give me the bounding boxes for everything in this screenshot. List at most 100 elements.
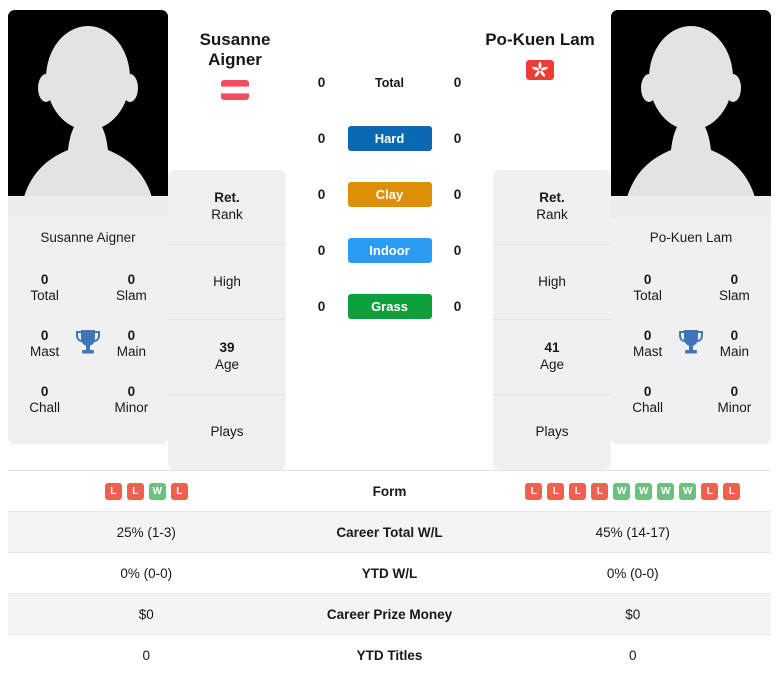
right-titles-slam: 0 Slam	[708, 272, 761, 305]
label: Chall	[29, 400, 60, 415]
right-value: 0	[453, 187, 462, 202]
table-row: LLWL Form LLLLWWWWLL	[8, 471, 771, 512]
right-titles-mast: 0 Mast	[621, 328, 674, 361]
surface-row-hard: 0 Hard 0	[286, 122, 493, 155]
label: High	[213, 273, 241, 289]
right-form-cell: LLLLWWWWLL	[495, 482, 772, 500]
value: 0	[127, 271, 136, 287]
value: 0	[643, 327, 652, 343]
value: 0	[643, 271, 652, 287]
right-player-card[interactable]: Po-Kuen Lam 0 Total 0 Slam 0 Mast 0 Main…	[611, 10, 771, 444]
surface-row-clay: 0 Clay 0	[286, 178, 493, 211]
left-player-card[interactable]: Susanne Aigner 0 Total 0 Slam 0 Mast 0 M…	[8, 10, 168, 444]
right-value: 0	[453, 243, 462, 258]
left-player-column: Susanne Aigner 0 Total 0 Slam 0 Mast 0 M…	[8, 10, 168, 444]
right-titles-row-3: 0 Chall 0 Minor	[611, 372, 771, 428]
right-titles-grid: 0 Total 0 Slam 0 Mast 0 Main 0 Chall 0 M…	[611, 258, 771, 444]
left-ytd-wl: 0% (0-0)	[120, 565, 173, 581]
right-titles-row-2: 0 Mast 0 Main	[611, 316, 771, 372]
right-titles-main: 0 Main	[708, 328, 761, 361]
right-info-high: High	[493, 245, 611, 320]
left-titles-chall: 0 Chall	[18, 384, 71, 417]
table-row: 0 YTD Titles 0	[8, 635, 771, 676]
left-value: 0	[317, 243, 326, 258]
form-badge-win: W	[635, 482, 653, 500]
form-badge-loss: L	[126, 482, 144, 500]
surface-label-hard[interactable]: Hard	[347, 126, 432, 151]
label: Rank	[211, 207, 243, 222]
right-value: 0	[453, 299, 462, 314]
left-titles-row-2: 0 Mast 0 Main	[8, 316, 168, 372]
form-badge-loss: L	[104, 482, 122, 500]
trophy-icon	[674, 328, 708, 361]
value: 0	[730, 271, 739, 287]
form-badge-loss: L	[569, 482, 587, 500]
label: Plays	[535, 424, 569, 440]
left-info-rank: Ret. Rank	[168, 170, 286, 245]
right-value: 0	[453, 75, 462, 90]
left-value: 0	[317, 187, 326, 202]
left-value: 0	[317, 131, 326, 146]
surface-row-grass: 0 Grass 0	[286, 290, 493, 323]
label: Age	[539, 357, 565, 372]
label: Slam	[718, 288, 750, 303]
surface-row-total: 0 Total 0	[286, 66, 493, 99]
left-form-badges: LLWL	[104, 482, 188, 500]
left-titles-grid: 0 Total 0 Slam 0 Mast 0 Main 0 Chall 0 M…	[8, 258, 168, 444]
left-player-photo-name: Susanne Aigner	[8, 218, 168, 258]
right-player-photo-name: Po-Kuen Lam	[611, 218, 771, 258]
right-titles-minor: 0 Minor	[708, 384, 761, 417]
label: Mast	[29, 344, 60, 359]
comparison-header: Susanne Aigner 0 Total 0 Slam 0 Mast 0 M…	[0, 0, 779, 470]
left-form-cell: LLWL	[8, 482, 285, 500]
label: Minor	[717, 400, 752, 415]
flag-hong-kong-icon	[526, 60, 554, 81]
label: Rank	[536, 207, 568, 222]
row-label-ytd-wl: YTD W/L	[361, 565, 418, 581]
surface-label-grass[interactable]: Grass	[347, 294, 432, 319]
left-titles-row-1: 0 Total 0 Slam	[8, 260, 168, 316]
right-player-flag-wrap	[481, 60, 599, 81]
left-player-photo	[8, 10, 168, 218]
surface-comparison: 0 Total 0 0 Hard 0 0 Clay 0 0 Indoor 0 0	[286, 10, 493, 323]
right-player-name-line1: Po-Kuen Lam	[485, 30, 595, 49]
row-label-career-wl: Career Total W/L	[336, 524, 443, 540]
form-badge-loss: L	[525, 482, 543, 500]
label: Total	[30, 288, 59, 303]
form-badge-win: W	[679, 482, 697, 500]
value: 39	[219, 340, 235, 356]
surface-label-indoor[interactable]: Indoor	[347, 238, 432, 263]
right-titles-total: 0 Total	[621, 272, 674, 305]
right-form-badges: LLLLWWWWLL	[525, 482, 741, 500]
row-label-prize-money: Career Prize Money	[326, 606, 453, 622]
value: 0	[40, 383, 49, 399]
left-player-name-line1: Susanne	[199, 30, 271, 49]
right-player-photo	[611, 10, 771, 218]
left-titles-row-3: 0 Chall 0 Minor	[8, 372, 168, 428]
label: Slam	[115, 288, 147, 303]
form-badge-loss: L	[723, 482, 741, 500]
label: Total	[633, 288, 662, 303]
form-badge-loss: L	[170, 482, 188, 500]
right-ytd-wl: 0% (0-0)	[606, 565, 659, 581]
right-player-title: Po-Kuen Lam	[481, 30, 599, 81]
label: Mast	[632, 344, 663, 359]
label: High	[538, 273, 566, 289]
player-comparison-page: Susanne Aigner 0 Total 0 Slam 0 Mast 0 M…	[0, 0, 779, 699]
right-prize-money: $0	[625, 606, 641, 622]
right-career-wl: 45% (14-17)	[595, 524, 670, 540]
trophy-icon	[71, 328, 105, 361]
form-badge-win: W	[613, 482, 631, 500]
value: 0	[40, 327, 49, 343]
value: 0	[643, 383, 652, 399]
value: Ret.	[214, 190, 240, 206]
label: Main	[719, 344, 749, 359]
row-label-form: Form	[372, 483, 407, 499]
value: 0	[127, 383, 136, 399]
label: Minor	[114, 400, 149, 415]
form-badge-loss: L	[591, 482, 609, 500]
left-titles-mast: 0 Mast	[18, 328, 71, 361]
surface-label-clay[interactable]: Clay	[347, 182, 432, 207]
form-badge-win: W	[657, 482, 675, 500]
label: Chall	[632, 400, 663, 415]
